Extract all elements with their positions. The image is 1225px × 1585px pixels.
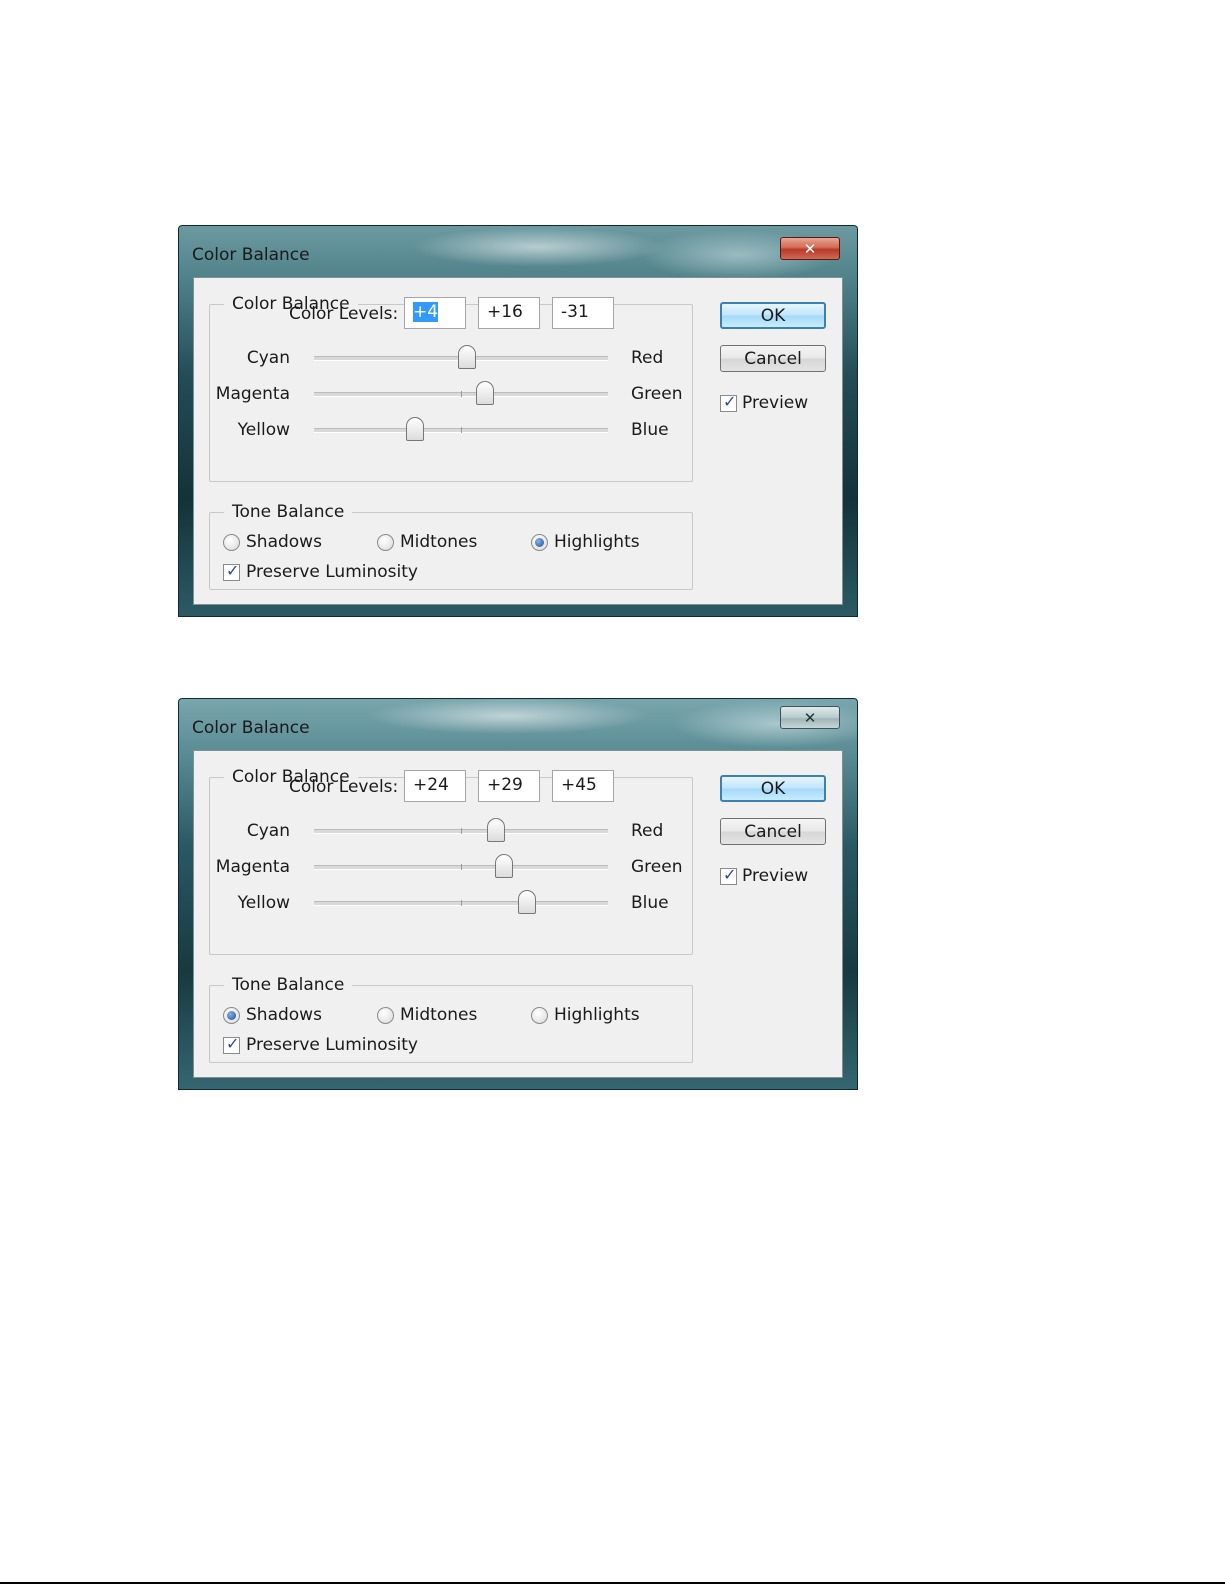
preview-checkbox[interactable]: ✓ bbox=[720, 865, 737, 885]
dialog-title: Color Balance bbox=[192, 245, 310, 265]
check-icon: ✓ bbox=[226, 1034, 240, 1053]
slider-center-tick bbox=[461, 900, 462, 906]
slider-right-label: Red bbox=[631, 821, 664, 841]
tone-balance-legend: Tone Balance bbox=[232, 975, 345, 995]
magenta-green-slider[interactable] bbox=[314, 381, 608, 405]
tone-balance-legend: Tone Balance bbox=[232, 502, 345, 522]
color-balance-dialog-2: Color Balance ✕ Color Balance Color Leve… bbox=[178, 698, 858, 1090]
radio-selected-dot bbox=[227, 1011, 236, 1020]
level-text: +45 bbox=[561, 775, 597, 795]
slider-right-label: Blue bbox=[631, 893, 669, 913]
highlights-radio[interactable] bbox=[531, 1007, 548, 1024]
color-levels-label: Color Levels: bbox=[289, 777, 399, 797]
slider-left-label: Magenta bbox=[215, 384, 290, 404]
close-button[interactable]: ✕ bbox=[780, 237, 840, 260]
dialog-client-area: Color Balance Color Levels: +24 +29 +45 … bbox=[193, 750, 843, 1078]
ok-button[interactable]: OK bbox=[720, 775, 826, 802]
dialog-title: Color Balance bbox=[192, 718, 310, 738]
level-magenta-green-input[interactable]: +16 bbox=[478, 297, 540, 329]
level-text: +16 bbox=[487, 302, 523, 322]
shadows-label[interactable]: Shadows bbox=[246, 1005, 322, 1025]
level-cyan-red-input[interactable]: +4 bbox=[404, 297, 466, 329]
level-text: -31 bbox=[561, 302, 589, 322]
level-selected-text: +4 bbox=[413, 302, 439, 322]
highlights-label[interactable]: Highlights bbox=[554, 532, 640, 552]
preserve-luminosity-checkbox[interactable]: ✓ bbox=[223, 1034, 240, 1054]
slider-thumb[interactable] bbox=[457, 345, 476, 369]
yellow-blue-slider[interactable] bbox=[314, 890, 608, 914]
radio-selected-dot bbox=[535, 538, 544, 547]
close-icon: ✕ bbox=[803, 708, 817, 727]
slider-thumb[interactable] bbox=[518, 890, 537, 914]
level-text: +29 bbox=[487, 775, 523, 795]
slider-right-label: Red bbox=[631, 348, 664, 368]
color-levels-label: Color Levels: bbox=[289, 304, 399, 324]
ok-button[interactable]: OK bbox=[720, 302, 826, 329]
preserve-luminosity-checkbox[interactable]: ✓ bbox=[223, 561, 240, 581]
preview-label[interactable]: Preview bbox=[742, 393, 808, 413]
check-icon: ✓ bbox=[226, 561, 240, 580]
shadows-radio[interactable] bbox=[223, 534, 240, 551]
slider-center-tick bbox=[461, 391, 462, 397]
slider-right-label: Blue bbox=[631, 420, 669, 440]
slider-right-label: Green bbox=[631, 384, 683, 404]
close-button[interactable]: ✕ bbox=[780, 706, 840, 729]
magenta-green-slider[interactable] bbox=[314, 854, 608, 878]
slider-thumb[interactable] bbox=[487, 818, 506, 842]
color-balance-dialog-1: Color Balance ✕ Color Balance Color Leve… bbox=[178, 225, 858, 617]
midtones-radio[interactable] bbox=[377, 1007, 394, 1024]
preview-checkbox[interactable]: ✓ bbox=[720, 392, 737, 412]
level-cyan-red-input[interactable]: +24 bbox=[404, 770, 466, 802]
slider-thumb[interactable] bbox=[494, 854, 513, 878]
slider-center-tick bbox=[461, 864, 462, 870]
cyan-red-slider[interactable] bbox=[314, 818, 608, 842]
shadows-label[interactable]: Shadows bbox=[246, 532, 322, 552]
preview-label[interactable]: Preview bbox=[742, 866, 808, 886]
cancel-button[interactable]: Cancel bbox=[720, 345, 826, 372]
midtones-label[interactable]: Midtones bbox=[400, 1005, 477, 1025]
highlights-radio[interactable] bbox=[531, 534, 548, 551]
check-icon: ✓ bbox=[723, 392, 737, 411]
cyan-red-slider[interactable] bbox=[314, 345, 608, 369]
preserve-luminosity-label[interactable]: Preserve Luminosity bbox=[246, 1035, 418, 1055]
slider-center-tick bbox=[461, 828, 462, 834]
slider-left-label: Magenta bbox=[215, 857, 290, 877]
check-icon: ✓ bbox=[723, 865, 737, 884]
level-yellow-blue-input[interactable]: +45 bbox=[552, 770, 614, 802]
slider-thumb[interactable] bbox=[475, 381, 494, 405]
slider-left-label: Yellow bbox=[237, 420, 290, 440]
cancel-button[interactable]: Cancel bbox=[720, 818, 826, 845]
title-bar[interactable]: Color Balance ✕ bbox=[178, 698, 858, 750]
dialog-client-area: Color Balance Color Levels: +4 +16 -31 C… bbox=[193, 277, 843, 605]
slider-center-tick bbox=[461, 427, 462, 433]
level-text: +24 bbox=[413, 775, 449, 795]
shadows-radio[interactable] bbox=[223, 1007, 240, 1024]
slider-left-label: Yellow bbox=[237, 893, 290, 913]
slider-left-label: Cyan bbox=[246, 348, 290, 368]
slider-left-label: Cyan bbox=[246, 821, 290, 841]
level-magenta-green-input[interactable]: +29 bbox=[478, 770, 540, 802]
yellow-blue-slider[interactable] bbox=[314, 417, 608, 441]
close-icon: ✕ bbox=[803, 239, 817, 258]
page-bottom-rule bbox=[0, 1582, 1225, 1584]
midtones-label[interactable]: Midtones bbox=[400, 532, 477, 552]
slider-right-label: Green bbox=[631, 857, 683, 877]
highlights-label[interactable]: Highlights bbox=[554, 1005, 640, 1025]
slider-thumb[interactable] bbox=[406, 417, 425, 441]
level-yellow-blue-input[interactable]: -31 bbox=[552, 297, 614, 329]
midtones-radio[interactable] bbox=[377, 534, 394, 551]
title-bar[interactable]: Color Balance ✕ bbox=[178, 225, 858, 277]
preserve-luminosity-label[interactable]: Preserve Luminosity bbox=[246, 562, 418, 582]
